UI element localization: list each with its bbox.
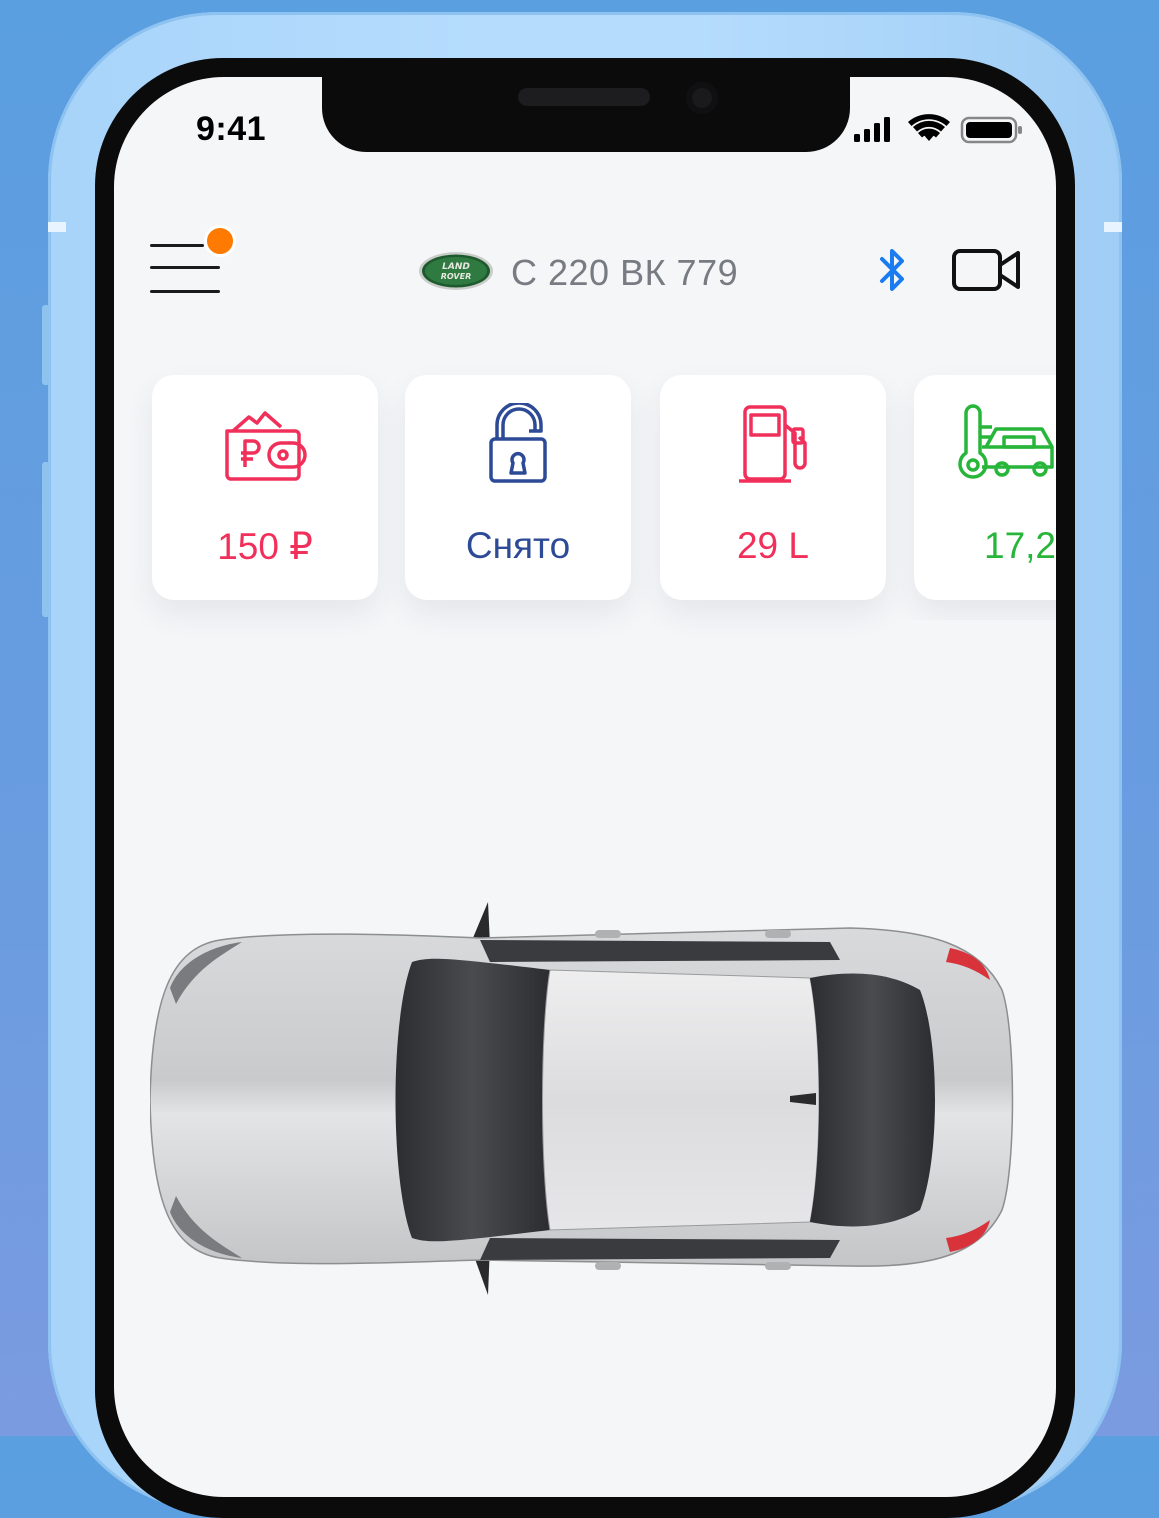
temperature-card[interactable]: 17,2: [914, 375, 1056, 600]
signal-icon: [854, 117, 890, 142]
license-plate[interactable]: С 220 ВК 779: [511, 252, 738, 294]
status-time: 9:41: [196, 110, 267, 148]
land-rover-logo: LAND ROVER: [417, 250, 495, 297]
notification-dot: [204, 225, 236, 257]
status-icons: [852, 114, 1024, 149]
menu-line: [150, 290, 220, 293]
svg-text:ROVER: ROVER: [441, 272, 472, 281]
menu-line: [150, 244, 204, 247]
car-top-view: [149, 900, 1020, 1305]
bluetooth-icon[interactable]: [876, 245, 910, 302]
front-camera: [686, 82, 718, 114]
battery-icon: [960, 116, 1022, 144]
wifi-icon: [908, 114, 950, 141]
svg-text:LAND: LAND: [442, 262, 470, 272]
video-camera-icon[interactable]: [952, 248, 1022, 299]
menu-line: [150, 266, 220, 269]
cards-scroll-clip: 17,2: [114, 360, 1056, 620]
antenna-band-right: [1104, 222, 1122, 232]
car-temperature-icon: [952, 403, 1056, 492]
speaker-grille: [518, 88, 650, 106]
temperature-value: 17,2: [984, 525, 1056, 566]
antenna-band-left: [48, 222, 66, 232]
